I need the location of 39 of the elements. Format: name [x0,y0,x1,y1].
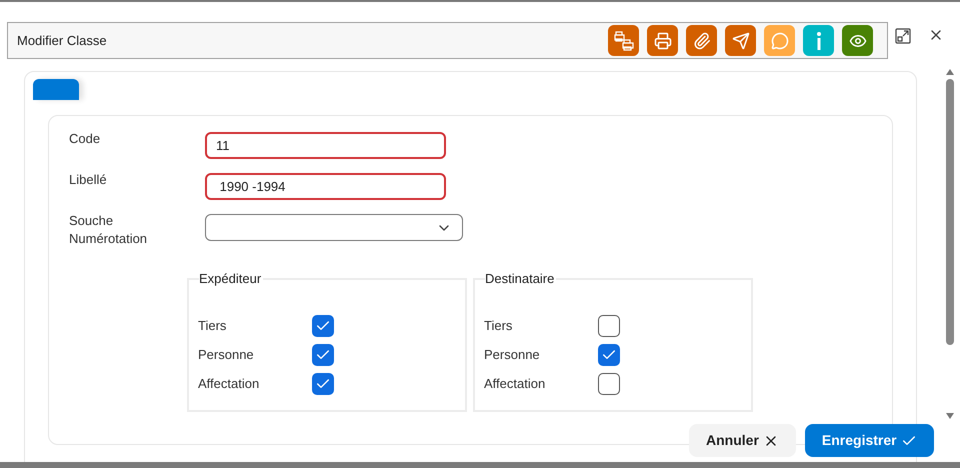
group-title: Expéditeur [199,271,264,287]
toolbar-button[interactable] [647,25,678,56]
checkbox-label: Personne [198,346,255,364]
maximize-button[interactable] [895,28,911,44]
toolbar-button[interactable] [803,25,834,56]
field-label: Souche Numérotation [69,212,148,248]
toolbar-button[interactable] [725,25,756,56]
send-icon [732,32,750,50]
scrollbar-thumb[interactable] [946,79,954,345]
maximize-icon [895,28,911,44]
printer-icon [654,32,672,50]
checkbox-label: Tiers [484,316,514,335]
toolbar-button[interactable] [842,25,873,56]
toolbar-button[interactable] [686,25,717,56]
checkbox-label: Affectation [198,374,260,393]
checkbox-label: Affectation [484,374,546,393]
toolbar-button[interactable] [608,25,639,56]
checkbox[interactable] [598,344,620,366]
checkbox[interactable] [312,372,334,394]
text-field[interactable]: 11 [205,132,446,159]
comment-icon [770,32,788,50]
checkbox[interactable] [598,314,620,336]
checkbox-label: Tiers [198,316,228,335]
checkbox-label: Personne [484,346,541,364]
info-icon [816,32,822,50]
checkbox[interactable] [312,344,334,366]
field-label: Code [69,130,102,148]
scroll-up-icon[interactable] [946,69,954,75]
checkbox[interactable] [598,372,620,394]
paperclip-icon [692,32,710,50]
scroll-down-icon[interactable] [946,413,954,419]
save-button[interactable]: Enregistrer [804,424,934,457]
dialog-title: Modifier Classe [17,32,108,50]
field-label: Libellé [69,171,108,189]
checkbox[interactable] [312,314,334,336]
text-field[interactable]: 1990 -1994 [205,173,446,200]
printers-icon [614,30,634,50]
select-field[interactable] [205,214,463,241]
cancel-button[interactable]: Annuler [689,424,796,457]
